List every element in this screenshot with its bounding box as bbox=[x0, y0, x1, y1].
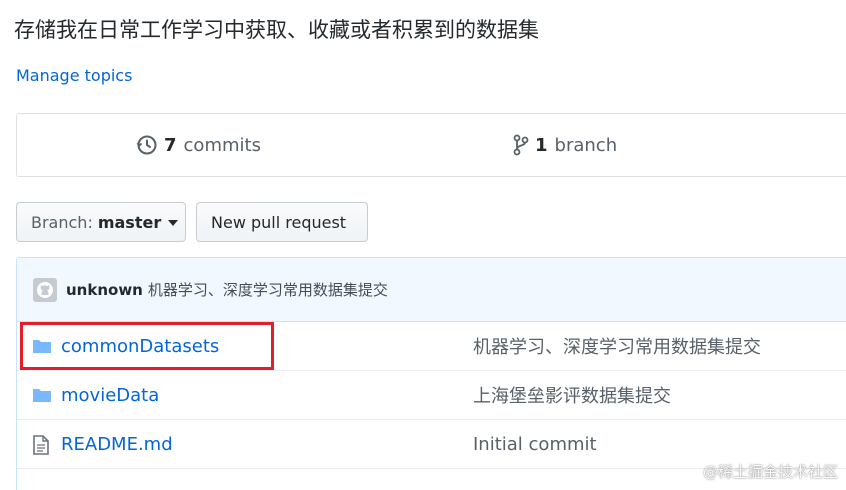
history-icon bbox=[136, 135, 157, 155]
branch-select-button[interactable]: Branch: master bbox=[16, 202, 186, 242]
commits-label: commits bbox=[183, 134, 261, 156]
commit-author[interactable]: unknown bbox=[66, 281, 143, 299]
file-name-link[interactable]: README.md bbox=[61, 434, 173, 455]
watermark: @稀土掘金技术社区 bbox=[702, 463, 838, 481]
folder-icon bbox=[33, 389, 51, 402]
file-commit-message[interactable]: 机器学习、深度学习常用数据集提交 bbox=[473, 333, 761, 359]
git-branch-icon bbox=[513, 134, 529, 156]
file-row-commonDatasets: commonDatasets 机器学习、深度学习常用数据集提交 bbox=[17, 322, 846, 371]
branch-prefix: Branch: bbox=[31, 212, 93, 232]
branch-count: 1 bbox=[535, 134, 548, 156]
commit-message[interactable]: 机器学习、深度学习常用数据集提交 bbox=[148, 279, 388, 300]
repo-page: 存储我在日常工作学习中获取、收藏或者积累到的数据集 Manage topics … bbox=[0, 0, 846, 490]
file-name-link[interactable]: movieData bbox=[61, 385, 159, 406]
octocat-icon[interactable] bbox=[33, 277, 57, 302]
commits-link[interactable]: 7 commits bbox=[136, 114, 261, 176]
new-pull-request-button[interactable]: New pull request bbox=[196, 202, 368, 242]
numbers-summary: 7 commits 1 branch bbox=[16, 113, 846, 177]
branches-link[interactable]: 1 branch bbox=[513, 114, 617, 176]
latest-commit-bar: unknown 机器学习、深度学习常用数据集提交 bbox=[17, 258, 846, 322]
folder-icon bbox=[33, 340, 51, 353]
manage-topics-link[interactable]: Manage topics bbox=[16, 66, 132, 85]
file-name-link[interactable]: commonDatasets bbox=[61, 336, 219, 357]
file-text-icon bbox=[33, 435, 49, 455]
file-commit-message[interactable]: 上海堡垒影评数据集提交 bbox=[473, 382, 671, 408]
repo-description: 存储我在日常工作学习中获取、收藏或者积累到的数据集 bbox=[14, 18, 539, 42]
file-row-movieData: movieData 上海堡垒影评数据集提交 bbox=[17, 371, 846, 420]
branch-label: branch bbox=[554, 134, 618, 156]
file-commit-message[interactable]: Initial commit bbox=[473, 434, 597, 455]
commits-count: 7 bbox=[164, 134, 177, 156]
file-table: unknown 机器学习、深度学习常用数据集提交 commonDatasets … bbox=[16, 257, 846, 490]
chevron-down-icon bbox=[168, 220, 179, 226]
branch-name: master bbox=[97, 212, 162, 232]
